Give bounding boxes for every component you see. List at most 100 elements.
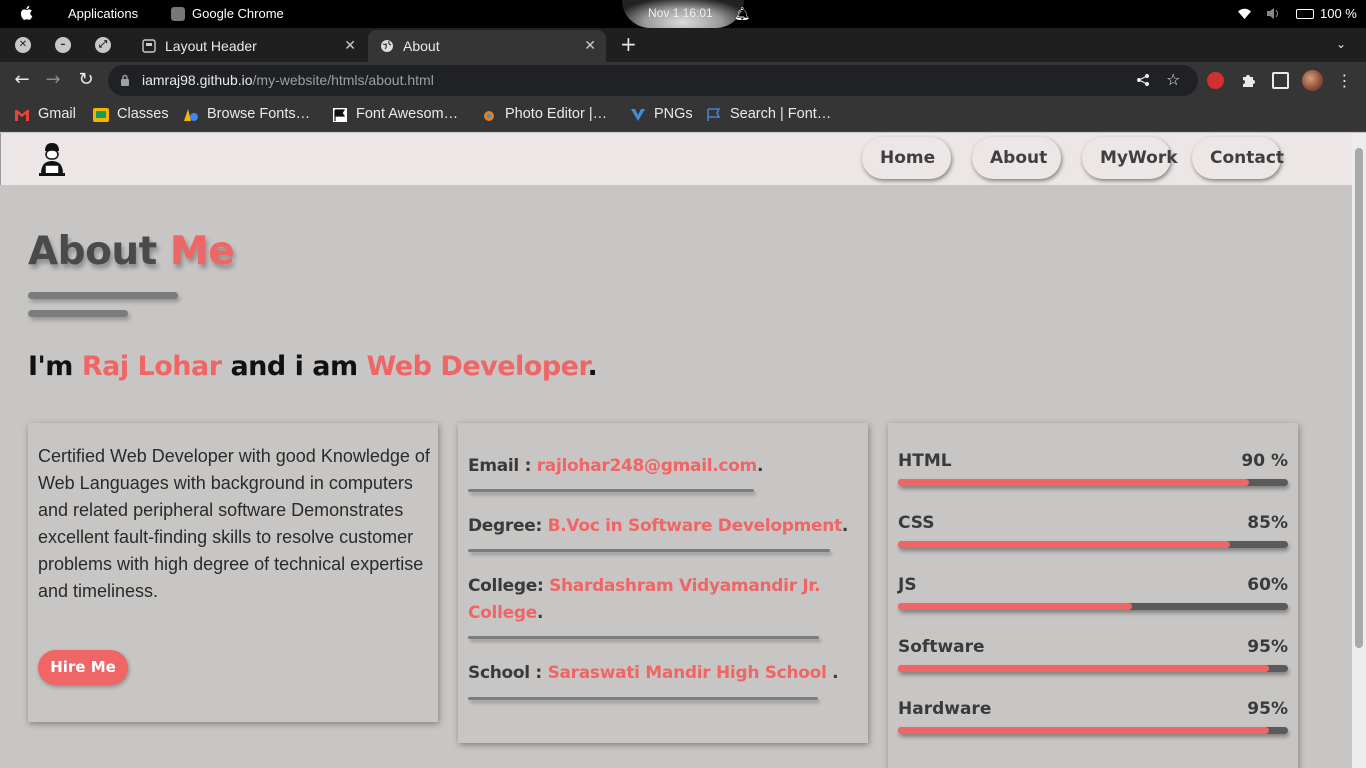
flag-icon	[333, 108, 347, 122]
hire-me-button[interactable]: Hire Me	[38, 650, 128, 685]
scrollbar-thumb[interactable]	[1355, 148, 1363, 648]
close-tab-icon[interactable]: ✕	[344, 37, 356, 54]
skill-percent: 85%	[1247, 513, 1288, 533]
bookmark-label: Font Awesom…	[356, 106, 459, 122]
skill-progress-track	[898, 665, 1288, 672]
tab-label: Layout Header	[165, 38, 257, 54]
forward-arrow-icon[interactable]: →	[43, 70, 63, 90]
back-arrow-icon[interactable]: ←	[12, 70, 32, 90]
battery-percent[interactable]: 100 %	[1320, 6, 1357, 21]
address-bar[interactable]: iamraj98.github.io/my-website/htmls/abou…	[108, 65, 1198, 96]
page-icon	[142, 39, 156, 53]
skill-progress-fill	[898, 603, 1132, 610]
nav-about-button[interactable]: About	[972, 137, 1061, 179]
info-label: College:	[468, 576, 544, 596]
tab-label: About	[403, 38, 440, 54]
apple-icon[interactable]	[18, 4, 36, 22]
tab-about[interactable]: About ✕	[368, 30, 606, 62]
minimize-window-icon[interactable]: –	[55, 37, 71, 53]
skill-name: HTML	[898, 451, 952, 471]
intro-name: Raj Lohar	[81, 351, 222, 382]
info-divider	[468, 489, 754, 492]
os-top-bar: Applications Google Chrome Nov 1 16:01 🔔…	[0, 0, 1366, 28]
active-app-name[interactable]: Google Chrome	[192, 6, 284, 21]
skill-percent: 60%	[1247, 575, 1288, 595]
developer-logo-icon[interactable]	[37, 141, 67, 177]
skill-progress-track	[898, 727, 1288, 734]
gmail-icon	[15, 110, 29, 121]
classroom-icon	[93, 108, 109, 122]
browser-toolbar: ← → ↻ iamraj98.github.io/my-website/html…	[0, 62, 1366, 99]
bookmark-label: Photo Editor |…	[505, 106, 608, 122]
skill-name: Hardware	[898, 699, 992, 719]
info-college: College: Shardashram Vidyamandir Jr. Col…	[468, 573, 843, 627]
new-tab-icon[interactable]: +	[620, 34, 637, 54]
title-main: About	[28, 229, 157, 274]
skill-progress-fill	[898, 727, 1269, 734]
webpage: Home About MyWork Contact About Me I'm R…	[0, 133, 1352, 768]
profile-avatar[interactable]	[1302, 70, 1323, 91]
bell-icon[interactable]: 🔔︎	[734, 6, 751, 22]
info-suffix: .	[832, 663, 839, 683]
bookmark-label: Gmail	[38, 106, 76, 122]
battery-icon[interactable]	[1296, 9, 1314, 19]
reload-icon[interactable]: ↻	[76, 70, 96, 90]
photo-editor-icon	[484, 111, 494, 121]
chevron-down-icon[interactable]: ⌄	[1336, 37, 1346, 51]
tab-layout-header[interactable]: Layout Header ✕	[130, 30, 366, 62]
volume-icon[interactable]	[1266, 7, 1281, 20]
intro-prefix: I'm	[28, 351, 73, 382]
nav-home-button[interactable]: Home	[862, 137, 951, 179]
close-window-icon[interactable]: ✕	[15, 37, 31, 53]
bookmark-label: Search | Font…	[730, 106, 832, 122]
intro-heading: I'm Raj Lohar and i am Web Developer.	[28, 351, 598, 382]
info-email: Email : rajlohar248@gmail.com.	[468, 453, 858, 480]
skill-progress-track	[898, 479, 1288, 486]
title-underline-long	[28, 292, 178, 299]
bookmark-star-icon[interactable]: ☆	[1166, 70, 1180, 89]
description-card: Certified Web Developer with good Knowle…	[28, 423, 438, 722]
url-text[interactable]: iamraj98.github.io/my-website/htmls/abou…	[142, 72, 434, 88]
intro-middle: and i am	[230, 351, 358, 382]
font-search-icon	[707, 108, 721, 121]
skill-percent: 95%	[1247, 699, 1288, 719]
extensions-puzzle-icon[interactable]	[1240, 72, 1257, 89]
skills-card: HTML 90 % CSS 85% JS 60% Software 95% Hardware 95…	[888, 423, 1298, 768]
nav-contact-button[interactable]: Contact	[1192, 137, 1284, 179]
bookmarks-bar: Gmail Classes Browse Fonts… Font Awesom……	[0, 99, 1366, 132]
nav-mywork-button[interactable]: MyWork	[1082, 137, 1178, 179]
clock[interactable]: Nov 1 16:01	[648, 6, 713, 20]
info-label: Degree:	[468, 516, 542, 536]
google-fonts-icon	[184, 109, 198, 121]
adblock-extension-icon[interactable]	[1207, 72, 1224, 89]
skill-progress-track	[898, 603, 1288, 610]
share-icon[interactable]	[1136, 73, 1150, 87]
skill-percent: 95%	[1247, 637, 1288, 657]
skill-progress-fill	[898, 541, 1230, 548]
info-label: Email :	[468, 456, 532, 476]
info-label: School :	[468, 663, 542, 683]
close-tab-icon[interactable]: ✕	[584, 37, 596, 54]
page-scrollbar[interactable]	[1352, 133, 1366, 768]
info-suffix: .	[841, 516, 849, 536]
wifi-icon[interactable]	[1237, 7, 1252, 20]
info-divider	[468, 697, 818, 700]
bookmark-label: Browse Fonts…	[207, 106, 311, 122]
tab-strip: ✕ – ⤢ Layout Header ✕ About ✕ + ⌄	[0, 28, 1366, 62]
info-divider	[468, 636, 819, 639]
maximize-window-icon[interactable]: ⤢	[95, 37, 111, 53]
skill-progress-fill	[898, 479, 1249, 486]
chrome-icon	[171, 7, 185, 21]
info-value: Saraswati Mandir High School	[547, 663, 833, 683]
more-menu-icon[interactable]: ⋮	[1336, 72, 1353, 89]
email-link[interactable]: rajlohar248@gmail.com	[537, 456, 758, 476]
title-underline-short	[28, 310, 128, 317]
info-card: Email : rajlohar248@gmail.com. Degree: B…	[458, 423, 868, 743]
info-suffix: .	[756, 456, 764, 476]
info-divider	[468, 549, 830, 552]
side-panel-icon[interactable]	[1272, 72, 1289, 89]
title-accent: Me	[169, 229, 235, 274]
applications-menu[interactable]: Applications	[68, 6, 138, 21]
info-suffix: .	[536, 603, 544, 623]
lock-icon[interactable]	[120, 74, 130, 86]
